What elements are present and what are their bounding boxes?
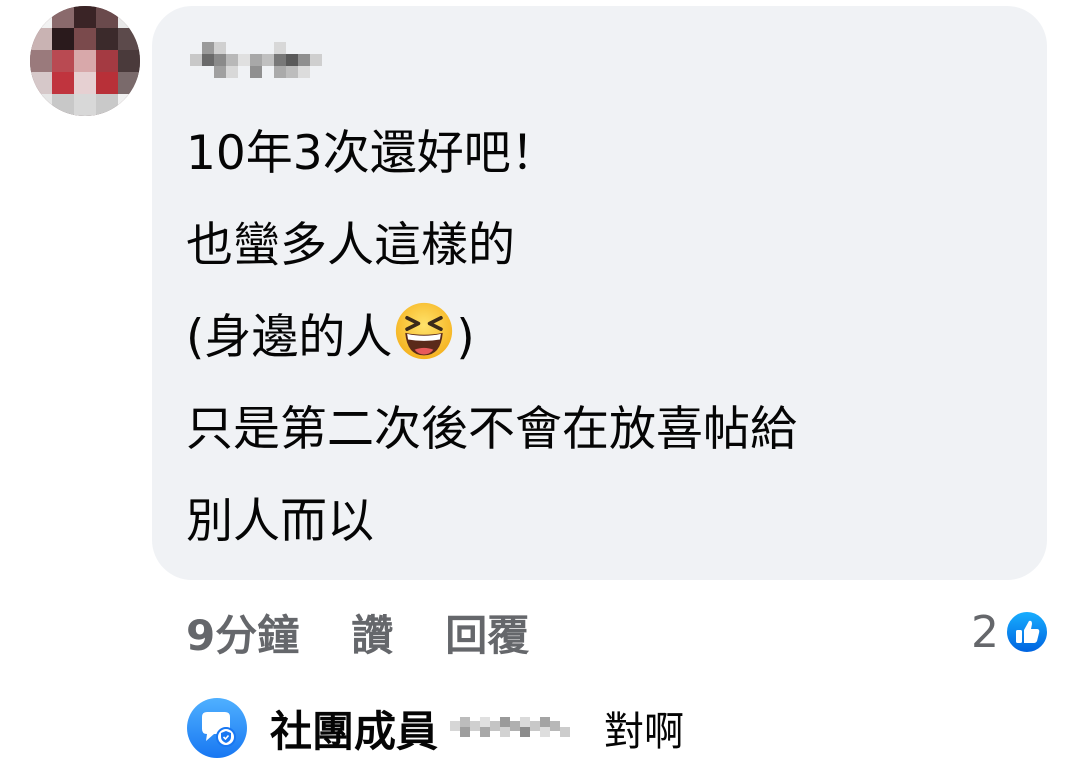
comment-line-part: ) [456,310,475,365]
group-member-badge-icon [187,698,247,758]
profile-avatar[interactable] [30,6,140,116]
comment-line: 別人而以 [186,494,374,549]
reaction-summary[interactable]: 2 [971,602,1049,662]
comment-line: 10年3次還好吧！ [186,126,558,181]
reply-author-label[interactable]: 社團成員 [270,698,438,759]
comment-body: 10年3次還好吧！ 也蠻多人這樣的 (身邊的人 ) 只是第二次後不會在放喜帖給 … [186,108,1026,568]
grinning-squinting-face-emoji [396,302,453,360]
comment-line-part: (身邊的人 [186,310,393,365]
comment-line: (身邊的人 ) [186,292,1026,384]
comment-timestamp[interactable]: 9分鐘 [186,602,299,663]
comment-line: 也蠻多人這樣的 [186,218,515,273]
comment-actions: 9分鐘 讚 回覆 [186,600,529,664]
reply-button[interactable]: 回覆 [445,602,529,663]
reply-text: 對啊 [604,709,685,755]
comment-line: 只是第二次後不會在放喜帖給 [186,402,797,457]
like-thumb-icon [1005,610,1049,654]
reply-author-name[interactable] [450,713,580,743]
comment-author-name[interactable] [190,40,350,92]
reply-preview[interactable]: 社團成員 對啊 [186,696,684,760]
like-button[interactable]: 讚 [351,602,393,663]
reaction-count: 2 [971,606,999,658]
